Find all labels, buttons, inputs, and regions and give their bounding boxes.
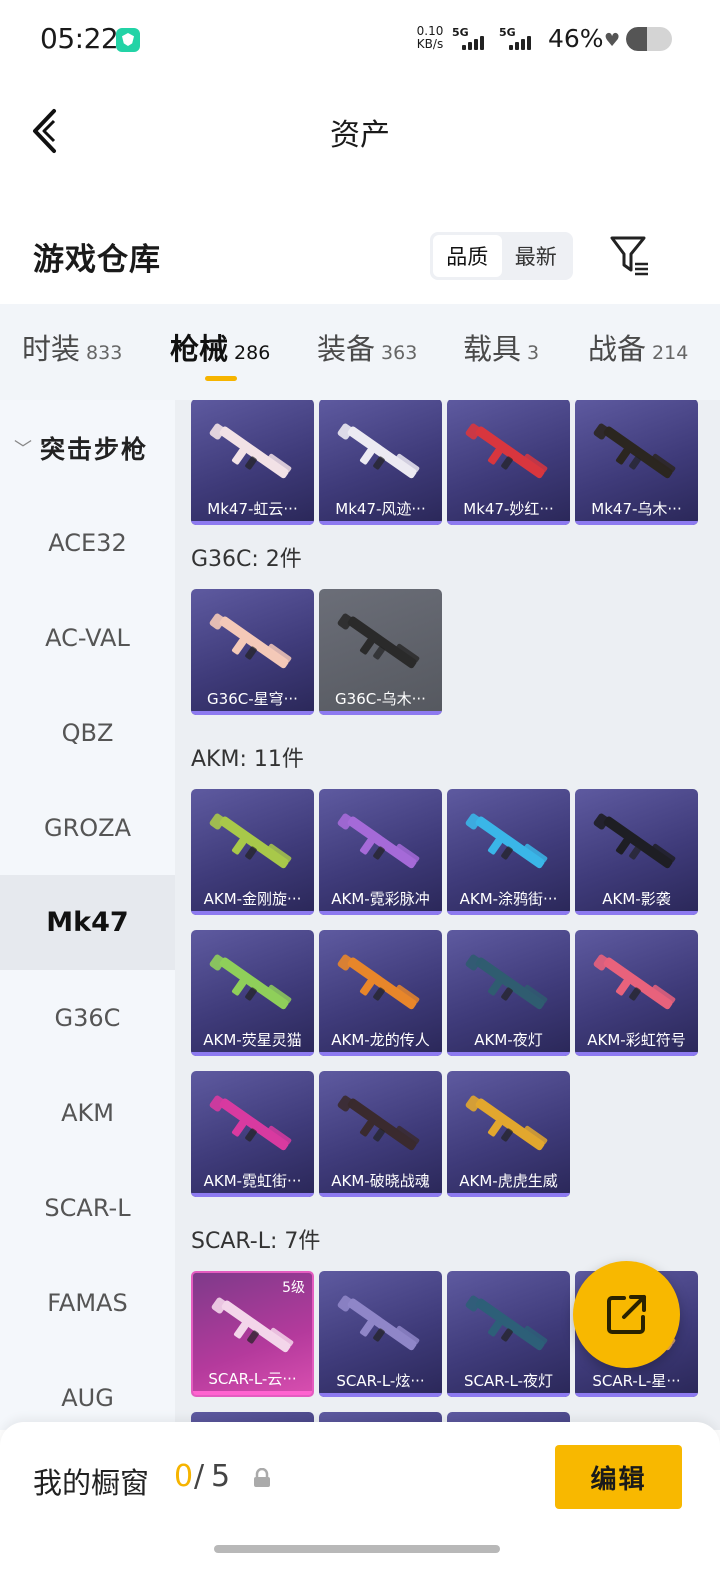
showcase-separator: / <box>194 1459 205 1494</box>
sidebar-group-assault-rifle[interactable]: ﹀ 突击步枪 <box>0 400 175 495</box>
category-tabs: 时装 833 枪械 286 装备 363 载具 3 战备 214 <box>0 304 720 400</box>
item-card[interactable]: Mk47-乌木··· <box>575 400 698 525</box>
sidebar-item-qbz[interactable]: QBZ <box>0 685 175 780</box>
section-title-akm: AKM: 11件 <box>191 747 304 772</box>
rifle-skin-icon <box>593 807 681 881</box>
status-time: 05:22 <box>40 22 119 55</box>
rifle-skin-icon <box>337 1089 425 1163</box>
section-title-scar-l: SCAR-L: 7件 <box>191 1229 321 1254</box>
showcase-label: 我的橱窗 <box>33 1466 150 1500</box>
item-card[interactable]: AKM-金刚旋··· <box>191 789 314 915</box>
rifle-skin-icon <box>337 807 425 881</box>
home-indicator[interactable] <box>214 1545 500 1553</box>
active-tab-indicator <box>205 376 237 381</box>
tab-weapons[interactable]: 枪械 286 <box>170 326 270 368</box>
item-card[interactable]: G36C-乌木··· <box>319 589 442 715</box>
showcase-bar: 我的橱窗 0 / 5 编辑 <box>0 1422 720 1584</box>
item-card[interactable]: AKM-龙的传人 <box>319 930 442 1056</box>
rifle-skin-icon <box>337 607 425 681</box>
sidebar-item-ace32[interactable]: ACE32 <box>0 495 175 590</box>
sort-toggle: 品质 最新 <box>430 232 573 280</box>
item-card[interactable]: AKM-虎虎生威 <box>447 1071 570 1197</box>
sidebar-item-scar-l[interactable]: SCAR-L <box>0 1160 175 1255</box>
item-card[interactable]: G36C-星穹··· <box>191 589 314 715</box>
item-card[interactable]: 5级 SCAR-L-云··· <box>191 1271 314 1397</box>
rifle-skin-icon <box>209 1089 297 1163</box>
edit-button[interactable]: 编辑 <box>555 1445 682 1509</box>
item-level-badge: 5级 <box>282 1280 305 1296</box>
sort-quality-button[interactable]: 品质 <box>433 235 502 277</box>
health-icon: ♥ <box>604 30 621 51</box>
network-speed: 0.10 KB/s <box>416 24 444 51</box>
item-card[interactable]: SCAR-L-夜灯 <box>447 1271 570 1397</box>
section-title-g36c: G36C: 2件 <box>191 547 302 572</box>
item-card[interactable]: AKM-霓虹街··· <box>191 1071 314 1197</box>
item-card[interactable]: Mk47-虹云··· <box>191 400 314 525</box>
signal-icon: 5G <box>452 26 494 52</box>
rifle-skin-icon <box>465 948 553 1022</box>
rifle-skin-icon <box>465 1089 553 1163</box>
rifle-skin-icon <box>211 1291 299 1365</box>
item-card[interactable]: AKM-夜灯 <box>447 930 570 1056</box>
rifle-skin-icon <box>465 807 553 881</box>
item-card[interactable]: SCAR-L-炫··· <box>319 1271 442 1397</box>
showcase-total-count: 5 <box>211 1459 231 1494</box>
showcase-used-count: 0 <box>174 1459 194 1494</box>
rifle-skin-icon <box>593 417 681 491</box>
sort-latest-button[interactable]: 最新 <box>502 235 571 277</box>
sidebar-item-akm[interactable]: AKM <box>0 1065 175 1160</box>
rifle-skin-icon <box>465 417 553 491</box>
item-card[interactable]: AKM-影袭 <box>575 789 698 915</box>
item-card[interactable]: AKM-荧星灵猫 <box>191 930 314 1056</box>
sidebar-item-mk47[interactable]: Mk47 <box>0 875 175 970</box>
tab-fashion[interactable]: 时装 833 <box>22 326 122 368</box>
battery-icon <box>626 27 672 51</box>
battery-percent: 46% <box>548 24 604 53</box>
rifle-skin-icon <box>465 1289 553 1363</box>
app-notification-icon <box>116 28 140 52</box>
lock-icon <box>254 1468 270 1487</box>
item-card[interactable]: AKM-破晓战魂 <box>319 1071 442 1197</box>
item-card[interactable]: AKM-霓彩脉冲 <box>319 789 442 915</box>
sidebar-item-g36c[interactable]: G36C <box>0 970 175 1065</box>
item-card[interactable]: Mk47-风迹··· <box>319 400 442 525</box>
rifle-skin-icon <box>337 417 425 491</box>
rifle-skin-icon <box>209 417 297 491</box>
item-card[interactable]: AKM-涂鸦街··· <box>447 789 570 915</box>
rifle-skin-icon <box>209 607 297 681</box>
tab-equipment[interactable]: 装备 363 <box>317 326 417 368</box>
rifle-skin-icon <box>209 807 297 881</box>
warehouse-title: 游戏仓库 <box>33 242 161 278</box>
sidebar-item-groza[interactable]: GROZA <box>0 780 175 875</box>
page-title: 资产 <box>330 118 390 153</box>
item-card[interactable]: Mk47-妙红··· <box>447 400 570 525</box>
filter-icon[interactable] <box>608 234 652 278</box>
tab-vehicles[interactable]: 载具 3 <box>463 326 539 368</box>
sidebar-item-ac-val[interactable]: AC-VAL <box>0 590 175 685</box>
share-icon <box>607 1295 646 1334</box>
sidebar-item-famas[interactable]: FAMAS <box>0 1255 175 1350</box>
rifle-skin-icon <box>593 948 681 1022</box>
item-card[interactable]: AKM-彩虹符号 <box>575 930 698 1056</box>
status-bar: 05:22 0.10 KB/s 5G 5G 46% ♥ <box>0 0 720 80</box>
weapon-type-sidebar: ﹀ 突击步枪 ACE32 AC-VAL QBZ GROZA Mk47 G36C … <box>0 400 175 1430</box>
signal-icon: 5G <box>499 26 541 52</box>
rifle-skin-icon <box>337 948 425 1022</box>
tab-supplies[interactable]: 战备 214 <box>588 326 688 368</box>
chevron-down-icon: ﹀ <box>14 438 32 460</box>
share-button[interactable] <box>573 1261 680 1368</box>
rifle-skin-icon <box>209 948 297 1022</box>
rifle-skin-icon <box>337 1289 425 1363</box>
